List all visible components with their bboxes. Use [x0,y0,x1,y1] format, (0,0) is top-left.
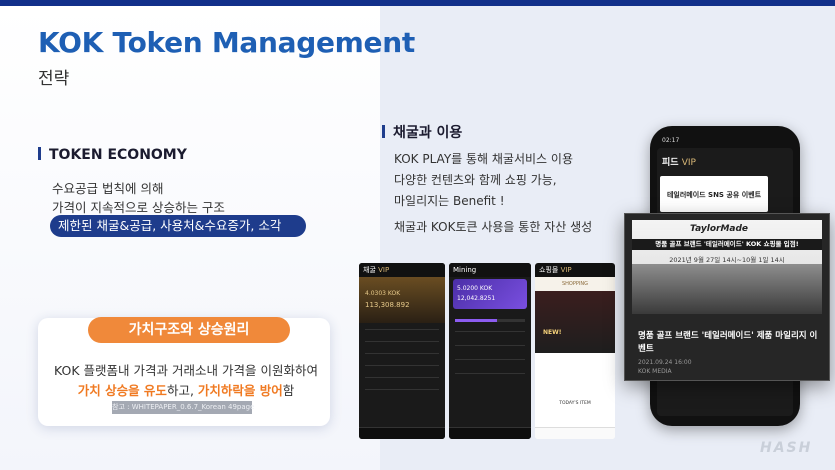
big-phone-time: 02:17 [662,137,680,144]
token-economy-heading: TOKEN ECONOMY [38,147,187,163]
phone2-title: Mining [453,266,477,274]
phone2-progress [455,319,525,322]
phone2-tabbar [449,427,531,439]
golfers-image [632,264,822,314]
phone2-row [455,373,525,374]
event-popup-date: 2021년 9월 27일 14시~10월 1일 14시 [669,256,785,264]
token-economy-highlight: 제한된 채굴&공급, 사용처&수요증가, 소각 [50,215,306,237]
phone3-vip: VIP [560,266,572,274]
phone1-hero [359,277,445,323]
hash-logo: HASH [760,440,813,456]
phone2-row [455,359,525,360]
mining-heading-text: 채굴과 이용 [393,125,463,141]
mining-line-3: 마일리지는 Benefit ! [394,194,505,208]
phone3-shop-label: SHOPPING [535,277,615,291]
reference-note: 참고 : WHITEPAPER_0.6.7_Korean 49page [112,401,254,414]
phone2-balance-1: 5.0200 KOK [457,285,493,292]
big-phone-feed: 피드 [662,158,679,168]
value-card-line-2: 가치 상승을 유도하고, 가치하락을 방어함 [52,380,320,399]
phone1-row [365,389,439,390]
token-economy-line-1: 수요공급 법칙에 의해 [52,181,164,196]
value-card-line-1: KOK 플랫폼내 가격과 거래소내 가격을 이원화하여 [54,363,318,378]
value-end-text: 함 [282,383,295,398]
phone1-row [365,353,439,354]
phone1-row [365,341,439,342]
value-mid-text: 하고, [166,383,198,398]
phone1-row [365,329,439,330]
value-card-pill: 가치구조와 상승원리 [88,317,290,343]
phone1-header: 채굴 VIP [359,263,445,277]
big-phone-feed-title: 피드 VIP [662,155,696,168]
phone2-card [453,279,527,309]
phone2-row [455,331,525,332]
token-economy-heading-text: TOKEN ECONOMY [49,147,187,163]
phone-shop-screen: 쇼핑몰 VIP SHOPPING NEW! TODAY'S ITEM [535,263,615,439]
event-headline: 명품 골프 브랜드 '테일러메이드' 제품 마일리지 이벤트 [638,331,818,354]
phone-mining-screen: 채굴 VIP 4.0303 KOK 113,308.892 [359,263,445,439]
phone-wallet-screen: Mining 5.0200 KOK 12,042.8251 [449,263,531,439]
phone2-row [455,345,525,346]
phone1-balance-1: 4.0303 KOK [365,290,401,297]
token-economy-line-2: 가격이 지속적으로 상승하는 구조 [52,200,225,215]
phone3-header: 쇼핑몰 VIP [535,263,615,277]
value-defend-text: 가치하락을 방어 [197,383,283,398]
mining-line-4: 채굴과 KOK토큰 사용을 통한 자산 생성 [394,220,593,234]
event-meta-date: 2021.09.24 16:00 [638,359,692,366]
phone2-balance-2: 12,042.8251 [457,295,496,302]
phone1-title: 채굴 [363,266,376,274]
mining-heading: 채굴과 이용 [382,122,462,142]
phone3-tabbar [535,427,615,439]
event-popup-title: 명품 골프 브랜드 '테일러메이드' KOK 쇼핑몰 입점! [632,239,822,250]
phone1-tabbar [359,427,445,439]
phone1-balance-2: 113,308.892 [365,301,410,309]
phone3-title: 쇼핑몰 [539,266,559,274]
big-phone-banner-title: 테일러메이드 SNS 공유 이벤트 [666,191,762,199]
phone1-vip: VIP [378,266,390,274]
page-subtitle: 전략 [38,69,70,89]
slide: KOK Token Management 전략 TOKEN ECONOMY 수요… [0,0,835,470]
phone1-row [365,365,439,366]
phone3-new: NEW! [543,329,562,336]
mining-line-1: KOK PLAY를 통해 채굴서비스 이용 [394,152,573,166]
value-rise-text: 가치 상승을 유도 [77,383,167,398]
phone1-row [365,377,439,378]
taylormade-logo: TaylorMade [690,224,749,234]
phone2-header: Mining [449,263,531,277]
page-title: KOK Token Management [38,26,415,59]
mining-line-2: 다양한 컨텐츠와 함께 쇼핑 가능, [394,173,557,187]
event-meta-source: KOK MEDIA [638,368,672,375]
big-phone-vip: VIP [681,158,696,168]
phone3-banner [535,291,615,353]
phone3-today: TODAY'S ITEM [559,401,591,406]
